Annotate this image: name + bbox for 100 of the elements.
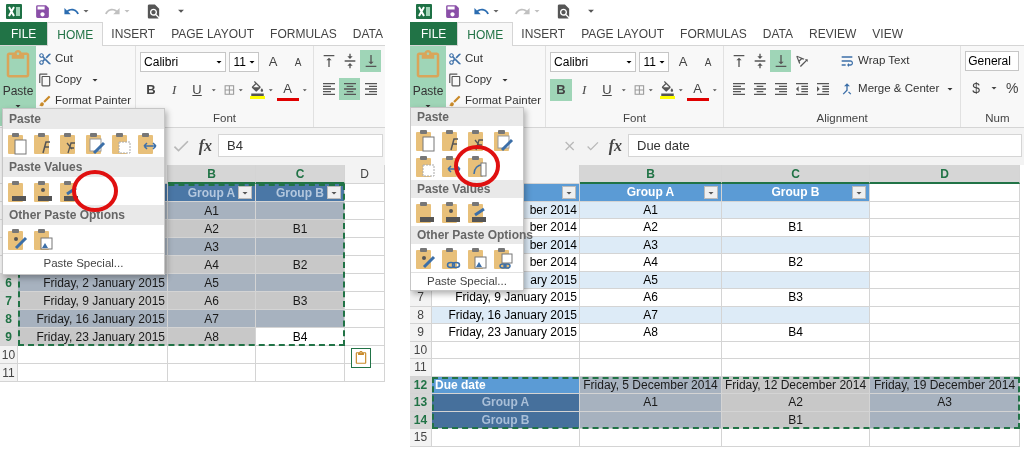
column-header[interactable]: B — [168, 165, 256, 184]
ribbon-tab[interactable]: HOME — [457, 22, 514, 46]
row-header[interactable]: 11 — [0, 364, 18, 382]
ribbon-tab[interactable]: FORMULAS — [262, 22, 345, 45]
bold-button[interactable]: B — [140, 79, 163, 101]
currency-button[interactable]: $ — [965, 77, 988, 99]
shrink-font-button[interactable]: A — [287, 51, 310, 73]
paste-option-button[interactable] — [440, 246, 462, 270]
fill-color-button[interactable] — [249, 81, 265, 99]
ribbon-tab[interactable]: DATA — [344, 22, 385, 45]
row-header[interactable]: 13 — [410, 394, 432, 412]
ribbon-tab[interactable]: HOME — [47, 22, 104, 46]
paste-option-button[interactable] — [6, 179, 28, 203]
paste-option-button[interactable] — [440, 200, 462, 224]
save-icon[interactable] — [34, 2, 51, 20]
row-header[interactable]: 10 — [0, 346, 18, 364]
font-name-field[interactable]: Calibri — [140, 52, 227, 72]
italic-button[interactable]: I — [163, 79, 186, 101]
paste-options-button[interactable] — [351, 348, 371, 368]
percent-button[interactable]: % — [1001, 77, 1024, 99]
paste-option-button[interactable] — [466, 154, 488, 178]
bottom-align-button[interactable] — [770, 50, 792, 72]
save-icon[interactable] — [444, 2, 461, 20]
bold-button[interactable]: B — [550, 79, 573, 101]
font-color-button[interactable]: A — [686, 79, 709, 101]
grow-font-button[interactable]: A — [672, 51, 695, 73]
paste-option-button[interactable] — [32, 227, 54, 251]
filter-dropdown-button[interactable] — [852, 186, 866, 199]
paste-option-button[interactable] — [492, 128, 514, 152]
cut-button[interactable]: Cut — [448, 49, 542, 69]
cut-button[interactable]: Cut — [38, 49, 132, 69]
row-header[interactable]: 9 — [0, 328, 18, 346]
filter-dropdown-button[interactable] — [704, 186, 718, 199]
paste-option-button[interactable] — [414, 154, 436, 178]
paste-option-button[interactable] — [136, 131, 158, 155]
format-painter-button[interactable]: Format Painter — [38, 91, 132, 111]
paste-option-button[interactable] — [492, 246, 514, 270]
column-header[interactable]: B — [580, 165, 722, 184]
ribbon-tab[interactable]: DATA — [754, 22, 801, 45]
paint-bucket-icon — [249, 81, 265, 96]
italic-button[interactable]: I — [573, 79, 596, 101]
paste-option-button[interactable] — [440, 154, 462, 178]
underline-button[interactable]: U — [596, 79, 619, 101]
column-header[interactable]: C — [256, 165, 345, 184]
filter-dropdown-button[interactable] — [562, 186, 576, 199]
formula-input[interactable]: B4 — [218, 134, 383, 157]
filter-dropdown-button[interactable] — [238, 186, 252, 199]
table-cell: A1 — [580, 394, 722, 412]
paste-option-button[interactable] — [414, 128, 436, 152]
font-size-field[interactable]: 11 — [639, 52, 670, 72]
row-header[interactable]: 6 — [0, 274, 18, 292]
paste-option-button[interactable] — [414, 200, 436, 224]
ribbon-tab[interactable]: INSERT — [103, 22, 164, 45]
column-header[interactable]: D — [870, 165, 1020, 184]
align-center-button[interactable] — [339, 78, 361, 100]
insert-function-button[interactable]: fx — [608, 133, 622, 158]
paste-option-button[interactable] — [6, 227, 28, 251]
font-size-field[interactable]: 11 — [229, 52, 260, 72]
paste-option-button[interactable] — [32, 179, 54, 203]
file-tab[interactable]: FILE — [0, 22, 48, 45]
grow-font-button[interactable]: A — [262, 51, 285, 73]
format-painter-button[interactable]: Format Painter — [448, 91, 542, 111]
merge-center-button[interactable]: Merge & Center — [839, 78, 957, 100]
row-header[interactable]: 7 — [0, 292, 18, 310]
ribbon-tab[interactable]: VIEW — [864, 22, 911, 45]
paste-special-item[interactable]: Paste Special... — [43, 255, 124, 273]
underline-button[interactable]: U — [186, 79, 209, 101]
copy-button[interactable]: Copy — [38, 70, 132, 90]
paste-option-button[interactable] — [84, 131, 106, 155]
wrap-text-button[interactable]: Wrap Text — [839, 50, 957, 72]
font-color-button[interactable]: A — [276, 79, 299, 101]
paste-option-button[interactable] — [414, 246, 436, 270]
column-header[interactable]: D — [345, 165, 385, 184]
font-name-field[interactable]: Calibri — [550, 52, 637, 72]
ribbon-tab[interactable]: PAGE LAYOUT — [163, 22, 263, 45]
file-tab[interactable]: FILE — [410, 22, 458, 45]
paste-option-button[interactable] — [466, 246, 488, 270]
print-preview-icon[interactable] — [555, 2, 572, 20]
copy-button[interactable]: Copy — [448, 70, 542, 90]
bottom-align-button[interactable] — [360, 50, 382, 72]
filter-dropdown-button[interactable] — [327, 186, 341, 199]
shrink-font-button[interactable]: A — [697, 51, 720, 73]
ribbon-tab[interactable]: INSERT — [513, 22, 574, 45]
paste-option-button[interactable] — [6, 131, 28, 155]
row-header[interactable]: 9 — [410, 324, 432, 342]
insert-function-button[interactable]: fx — [198, 133, 212, 158]
row-header[interactable]: 11 — [410, 359, 432, 377]
paste-option-button[interactable] — [466, 200, 488, 224]
row-header[interactable]: 8 — [0, 310, 18, 328]
ribbon-tab[interactable]: PAGE LAYOUT — [573, 22, 673, 45]
row-header[interactable]: 15 — [410, 429, 432, 447]
formula-input[interactable]: Due date — [628, 134, 1022, 157]
number-format-field[interactable]: General — [965, 51, 1020, 71]
fill-color-button[interactable] — [659, 81, 675, 99]
ribbon-tab[interactable]: REVIEW — [801, 22, 865, 45]
print-preview-icon[interactable] — [145, 2, 162, 20]
paste-option-button[interactable] — [110, 131, 132, 155]
clipboard-icon — [414, 154, 436, 178]
column-header[interactable]: C — [722, 165, 870, 184]
ribbon-tab[interactable]: FORMULAS — [672, 22, 755, 45]
